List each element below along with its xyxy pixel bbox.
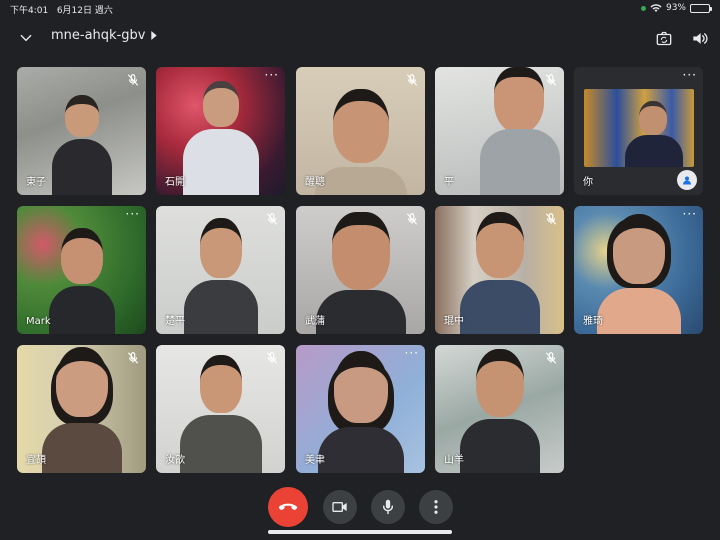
participant-video (183, 218, 258, 334)
background-effects-button[interactable] (677, 170, 697, 190)
meeting-header: mne-ahqk-gbv (0, 22, 720, 52)
participant-tile[interactable]: ··· 石開 (156, 67, 285, 195)
phone-hangup-icon (278, 503, 298, 511)
home-indicator[interactable] (268, 530, 452, 534)
participant-tile[interactable]: 醒聰 (296, 67, 425, 195)
participant-video (315, 212, 406, 334)
video-camera-icon (332, 502, 347, 512)
status-bar: 下午4:01 6月12日 週六 93% (0, 0, 720, 18)
participant-video (48, 228, 115, 334)
mic-off-icon (126, 72, 140, 86)
status-time: 下午4:01 (10, 6, 49, 16)
more-options-menu-button[interactable] (419, 490, 453, 524)
participant-name: 你 (583, 177, 593, 188)
participant-name: 東子 (26, 177, 46, 188)
participant-name: 武蒲 (305, 316, 325, 327)
participant-name: 琨中 (444, 316, 464, 327)
meeting-code-button[interactable]: mne-ahqk-gbv (51, 28, 158, 43)
participant-tile[interactable]: 武蒲 (296, 206, 425, 334)
participant-name: 宜頡 (26, 455, 46, 466)
person-effects-icon (683, 176, 691, 185)
battery-percent: 93% (665, 3, 686, 13)
participant-video (182, 81, 259, 195)
participant-name: 山羊 (444, 455, 464, 466)
battery-icon (690, 3, 712, 13)
participant-video (314, 89, 407, 195)
camera-toggle-button[interactable] (323, 490, 357, 524)
audio-output-button[interactable] (689, 27, 711, 49)
more-vertical-icon (434, 500, 438, 514)
participant-video (317, 351, 404, 473)
meeting-code: mne-ahqk-gbv (51, 28, 146, 43)
participant-name: 楚平 (165, 316, 185, 327)
camera-in-use-dot (640, 5, 646, 11)
mic-off-icon (544, 211, 558, 225)
participant-name: 平 (444, 177, 454, 188)
participant-video (459, 349, 540, 473)
participant-name: 汝歆 (165, 455, 185, 466)
participant-tile[interactable]: ··· Mark (17, 206, 146, 334)
participant-tile[interactable]: 山羊 (435, 345, 564, 473)
participant-name: 石開 (165, 177, 185, 188)
mic-off-icon (126, 350, 140, 364)
participant-tile[interactable]: 東子 (17, 67, 146, 195)
participant-video (179, 355, 262, 473)
participant-video (624, 101, 683, 167)
mic-off-icon (405, 211, 419, 225)
more-options-button[interactable]: ··· (405, 347, 419, 359)
participant-name: Mark (26, 316, 51, 327)
participant-video (51, 95, 112, 195)
end-call-button[interactable] (268, 487, 308, 527)
participant-tile[interactable]: ··· 美聿 (296, 345, 425, 473)
status-date: 6月12日 週六 (56, 6, 113, 16)
status-time-date: 下午4:01 6月12日 週六 (10, 3, 113, 16)
participant-video (596, 214, 681, 334)
mic-toggle-button[interactable] (371, 490, 405, 524)
participant-name: 雅琦 (583, 316, 603, 327)
participant-tile[interactable]: 汝歆 (156, 345, 285, 473)
participant-name: 美聿 (305, 455, 325, 466)
switch-camera-button[interactable] (653, 27, 675, 49)
mic-off-icon (405, 72, 419, 86)
more-options-button[interactable]: ··· (683, 69, 697, 81)
more-options-button[interactable]: ··· (126, 208, 140, 220)
participant-video (41, 347, 122, 473)
participant-name: 醒聰 (305, 177, 325, 188)
chevron-down-icon (20, 34, 32, 42)
collapse-button[interactable] (15, 27, 37, 49)
participant-tile[interactable]: 宜頡 (17, 345, 146, 473)
mic-off-icon (265, 350, 279, 364)
mic-off-icon (544, 72, 558, 86)
more-options-button[interactable]: ··· (683, 208, 697, 220)
mic-off-icon (544, 350, 558, 364)
speaker-icon (693, 32, 708, 44)
participant-tile[interactable]: 楚平 (156, 206, 285, 334)
camera-switch-icon (656, 31, 672, 45)
wifi-icon (650, 4, 662, 12)
participant-tile[interactable]: 琨中 (435, 206, 564, 334)
participant-tile[interactable]: ··· 雅琦 (574, 206, 703, 334)
participant-tile-self[interactable]: ··· 你 (574, 67, 703, 195)
microphone-icon (382, 499, 394, 515)
caret-right-icon (151, 31, 158, 40)
more-options-button[interactable]: ··· (265, 69, 279, 81)
participant-tile[interactable]: 平 (435, 67, 564, 195)
status-right: 93% (640, 3, 712, 13)
mic-off-icon (265, 211, 279, 225)
participant-video (459, 212, 540, 334)
